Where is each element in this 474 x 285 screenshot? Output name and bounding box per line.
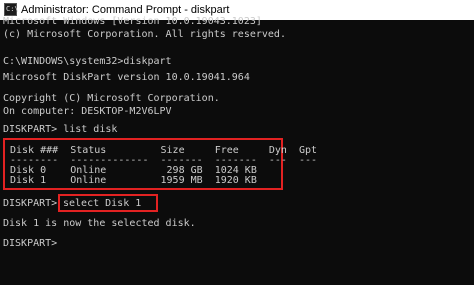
console-prompt: DISKPART>: [3, 238, 58, 249]
console-line-version: Microsoft Windows [Version 10.0.19043.10…: [3, 16, 262, 27]
command-prompt-icon: C:\: [4, 3, 19, 16]
console-line-copyright: (c) Microsoft Corporation. All rights re…: [3, 29, 286, 40]
console-line-list-disk: DISKPART> list disk: [3, 124, 118, 135]
console-line-computer: On computer: DESKTOP-M2V6LPV: [3, 106, 172, 117]
console-line-ms-copyright: Copyright (C) Microsoft Corporation.: [3, 93, 220, 104]
console-output[interactable]: Microsoft Windows [Version 10.0.19043.10…: [0, 16, 474, 285]
console-prompt: DISKPART>: [3, 198, 58, 209]
console-line-selected-result: Disk 1 is now the selected disk.: [3, 218, 196, 229]
console-line-diskpart-command: C:\WINDOWS\system32>diskpart: [3, 56, 172, 67]
console-line-select-disk: select Disk 1: [63, 198, 142, 209]
console-line-diskpart-version: Microsoft DiskPart version 10.0.19041.96…: [3, 72, 250, 83]
disk-table-row: Disk 1 Online 1959 MB 1920 KB: [10, 175, 257, 186]
window-title: Administrator: Command Prompt - diskpart: [21, 4, 230, 16]
